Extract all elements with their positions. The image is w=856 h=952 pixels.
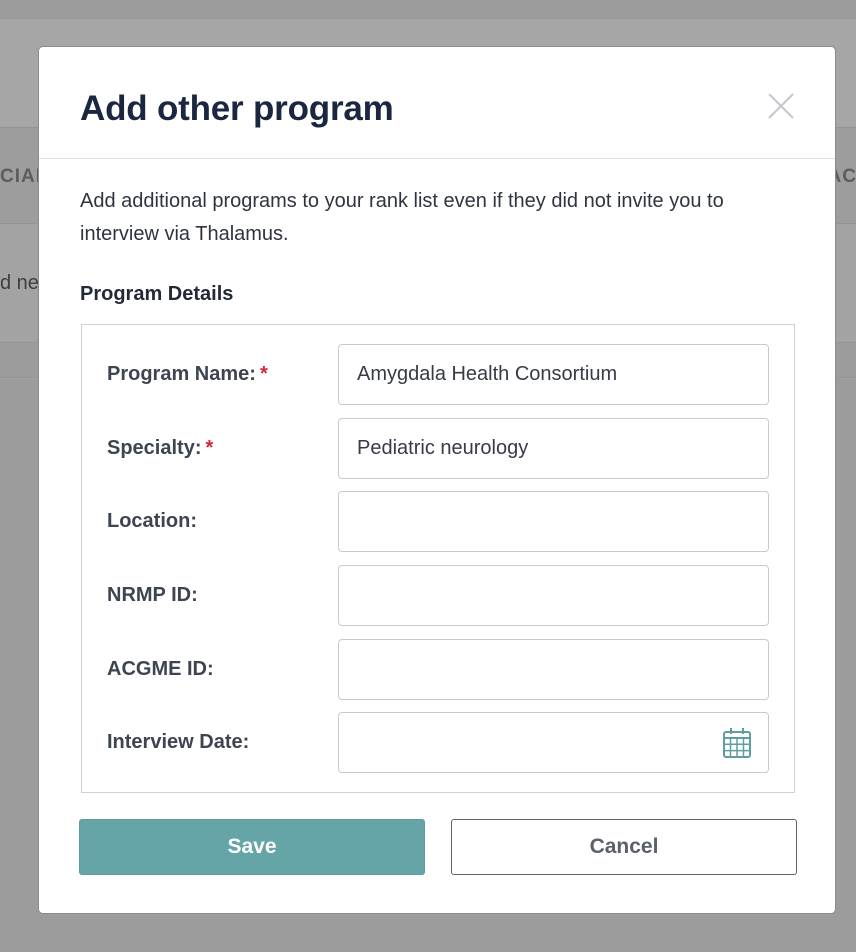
field-row-location: Location: <box>82 491 794 552</box>
background-row-text: d ne <box>0 272 39 294</box>
location-label: Location: <box>107 510 197 532</box>
field-row-acgme-id: ACGME ID: <box>82 639 794 700</box>
calendar-icon[interactable] <box>722 727 752 759</box>
interview-date-label: Interview Date: <box>107 731 250 753</box>
field-row-interview-date: Interview Date: <box>82 712 794 773</box>
interview-date-input[interactable] <box>338 712 769 773</box>
program-details-box: Program Name:* Specialty:* Location: NRM… <box>81 324 795 793</box>
program-name-label: Program Name: * <box>107 363 268 385</box>
save-button[interactable]: Save <box>79 819 425 875</box>
close-icon <box>768 93 794 119</box>
specialty-label: Specialty: * <box>107 437 214 459</box>
modal-title: Add other program <box>80 89 394 128</box>
section-label-program-details: Program Details <box>80 283 234 305</box>
location-input[interactable] <box>338 491 769 552</box>
acgme-id-input[interactable] <box>338 639 769 700</box>
required-marker: * <box>205 437 214 459</box>
field-row-nrmp-id: NRMP ID: <box>82 565 794 626</box>
field-row-specialty: Specialty: * <box>82 418 794 479</box>
cancel-button[interactable]: Cancel <box>451 819 797 875</box>
specialty-input[interactable] <box>338 418 769 479</box>
required-marker: * <box>259 363 268 385</box>
modal-header: Add other program <box>39 47 835 159</box>
close-button[interactable] <box>767 92 795 120</box>
program-name-input[interactable] <box>338 344 769 405</box>
background-topbar <box>0 0 856 19</box>
nrmp-id-label: NRMP ID: <box>107 584 198 606</box>
add-program-modal: Add other program Add additional program… <box>38 46 836 914</box>
modal-description: Add additional programs to your rank lis… <box>80 190 724 245</box>
nrmp-id-input[interactable] <box>338 565 769 626</box>
field-row-program-name: Program Name: * <box>82 344 794 405</box>
acgme-id-label: ACGME ID: <box>107 658 214 680</box>
